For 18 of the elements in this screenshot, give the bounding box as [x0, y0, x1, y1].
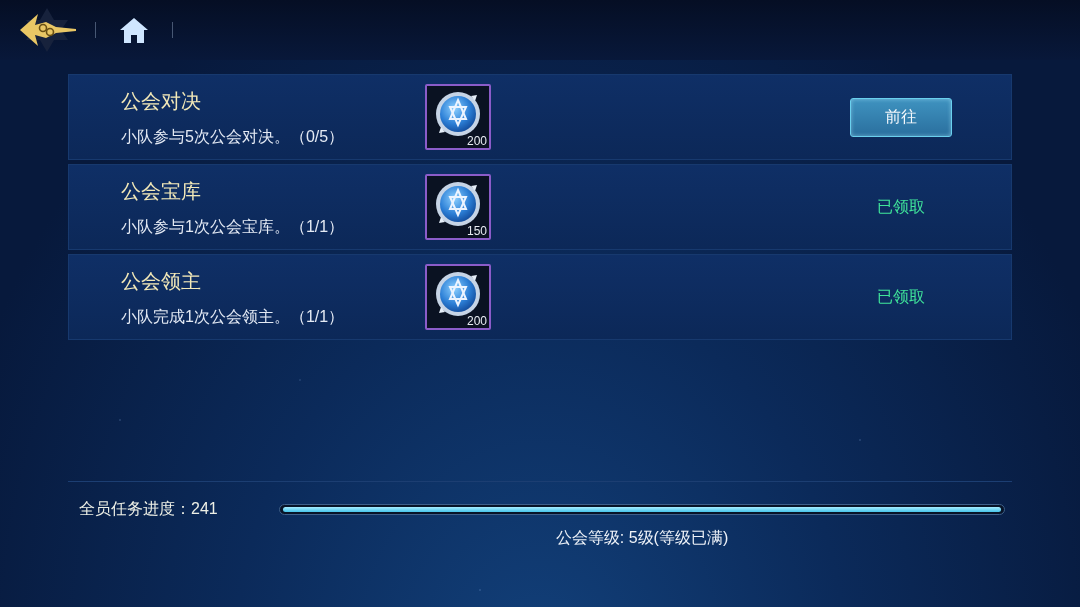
claimed-status: 已领取: [877, 196, 925, 217]
reward-amount: 150: [466, 224, 487, 238]
progress-label: 全员任务进度：241: [79, 499, 219, 519]
task-title: 公会对决: [121, 89, 202, 113]
task-title: 公会领主: [121, 269, 202, 293]
star-coin-icon: [435, 181, 481, 227]
task-title: 公会宝库: [121, 179, 202, 203]
guild-level-text: 公会等级: 5级(等级已满): [555, 528, 729, 548]
star-coin-icon: [435, 271, 481, 317]
claimed-status: 已领取: [877, 286, 925, 307]
star-coin-icon: [435, 91, 481, 137]
task-description: 小队参与5次公会对决。（0/5）: [121, 127, 346, 147]
task-description: 小队完成1次公会领主。（1/1）: [121, 307, 346, 327]
task-description: 小队参与1次公会宝库。（1/1）: [121, 217, 346, 237]
home-icon[interactable]: [120, 17, 148, 43]
reward-amount: 200: [466, 134, 487, 148]
go-button[interactable]: 前往: [850, 97, 952, 137]
reward-amount: 200: [466, 314, 487, 328]
